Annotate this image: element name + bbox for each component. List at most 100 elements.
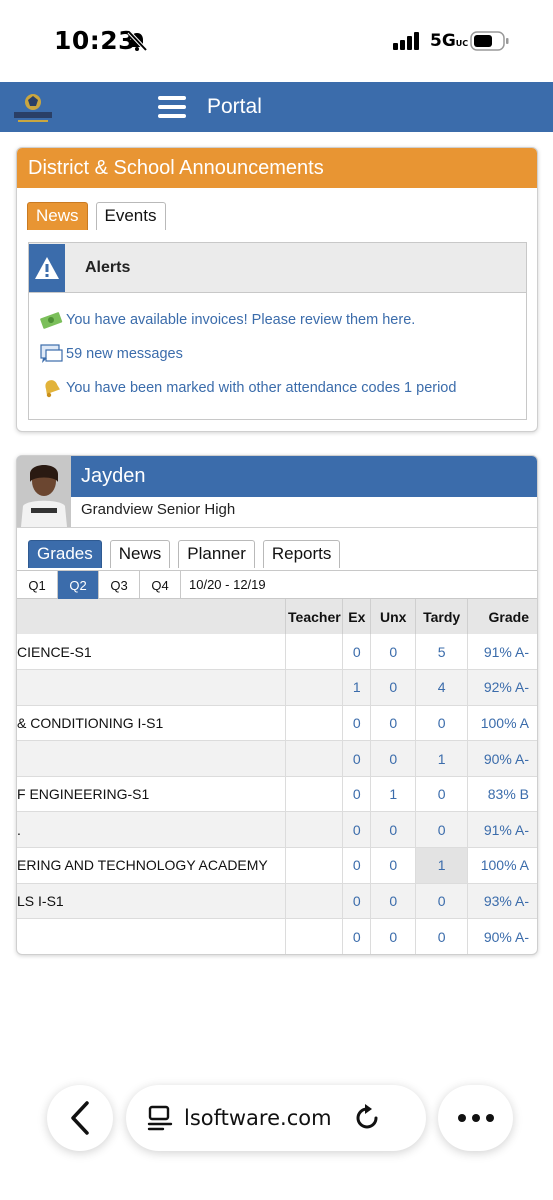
- unx-cell[interactable]: 0: [370, 883, 417, 920]
- tardy-cell[interactable]: 5: [415, 634, 469, 671]
- quarter-q2[interactable]: Q2: [58, 571, 99, 599]
- network-label: 5G: [430, 31, 456, 51]
- teacher-cell[interactable]: [285, 634, 344, 671]
- col-ex[interactable]: Ex: [342, 599, 372, 634]
- col-grade[interactable]: Grade: [467, 599, 537, 634]
- bell-muted-icon: [127, 30, 148, 52]
- unx-cell[interactable]: 1: [370, 776, 417, 813]
- table-row[interactable]: ERING AND TECHNOLOGY ACADEMY 0 0 1 100% A: [17, 847, 537, 884]
- ex-cell[interactable]: 0: [342, 776, 372, 813]
- table-row[interactable]: . 0 0 0 91% A-: [17, 811, 537, 849]
- table-row[interactable]: LS I-S1 0 0 0 93% A-: [17, 883, 537, 920]
- ex-cell[interactable]: 0: [342, 883, 372, 920]
- table-header-row: Teacher Ex Unx Tardy Grade: [17, 599, 537, 634]
- grade-cell[interactable]: 100% A: [467, 705, 537, 742]
- announcements-card: District & School Announcements News Eve…: [16, 147, 538, 432]
- grade-cell[interactable]: 90% A-: [467, 918, 537, 954]
- teacher-cell[interactable]: [285, 740, 344, 777]
- student-school: Grandview Senior High: [81, 501, 236, 518]
- ex-cell[interactable]: 0: [342, 705, 372, 742]
- tab-news[interactable]: News: [27, 202, 88, 230]
- tardy-cell[interactable]: 1: [415, 740, 469, 777]
- teacher-cell[interactable]: [285, 776, 344, 813]
- tab-grades[interactable]: Grades: [28, 540, 102, 568]
- alert-text: 59 new messages: [66, 346, 183, 362]
- quarter-q4[interactable]: Q4: [140, 571, 181, 599]
- ex-cell[interactable]: 0: [342, 740, 372, 777]
- reader-icon: [147, 1105, 173, 1131]
- table-row[interactable]: F ENGINEERING-S1 0 1 0 83% B: [17, 776, 537, 813]
- grade-cell[interactable]: 92% A-: [467, 669, 537, 706]
- grade-cell[interactable]: 91% A-: [467, 634, 537, 671]
- ex-cell[interactable]: 0: [342, 811, 372, 849]
- course-cell: CIENCE-S1: [17, 634, 287, 671]
- address-bar[interactable]: lsoftware.com: [126, 1085, 426, 1151]
- back-button[interactable]: [47, 1085, 113, 1151]
- teacher-cell[interactable]: [285, 883, 344, 920]
- unx-cell[interactable]: 0: [370, 740, 417, 777]
- bell-icon: [45, 380, 60, 398]
- teacher-cell[interactable]: [285, 811, 344, 849]
- tardy-cell[interactable]: 0: [415, 776, 469, 813]
- ex-cell[interactable]: 0: [342, 634, 372, 671]
- course-cell: [17, 918, 287, 954]
- teacher-cell[interactable]: [285, 669, 344, 706]
- table-row[interactable]: 0 0 0 90% A-: [17, 918, 537, 954]
- ex-cell[interactable]: 1: [342, 669, 372, 706]
- battery-icon: [470, 31, 509, 51]
- warning-icon: [29, 243, 65, 292]
- quarter-q1[interactable]: Q1: [17, 571, 58, 599]
- teacher-cell[interactable]: [285, 705, 344, 742]
- hamburger-menu-button[interactable]: [158, 96, 186, 120]
- tardy-cell[interactable]: 0: [415, 811, 469, 849]
- grade-cell[interactable]: 91% A-: [467, 811, 537, 849]
- unx-cell[interactable]: 0: [370, 669, 417, 706]
- reload-icon[interactable]: [352, 1103, 382, 1133]
- menu-line: [158, 96, 186, 100]
- grade-cell[interactable]: 90% A-: [467, 740, 537, 777]
- student-card: Jayden Grandview Senior High Grades News…: [16, 455, 538, 955]
- tardy-cell[interactable]: 4: [415, 669, 469, 706]
- tab-events[interactable]: Events: [95, 202, 166, 230]
- chevron-left-icon: [71, 1101, 89, 1135]
- table-row[interactable]: 0 0 1 90% A-: [17, 740, 537, 777]
- tardy-cell[interactable]: 0: [415, 883, 469, 920]
- page-title: Portal: [207, 95, 262, 118]
- tab-planner[interactable]: Planner: [178, 540, 255, 568]
- tardy-cell[interactable]: 0: [415, 705, 469, 742]
- teacher-cell[interactable]: [285, 918, 344, 954]
- unx-cell[interactable]: 0: [370, 634, 417, 671]
- table-row[interactable]: & CONDITIONING I-S1 0 0 0 100% A: [17, 705, 537, 742]
- tab-reports[interactable]: Reports: [262, 540, 341, 568]
- col-unx[interactable]: Unx: [370, 599, 417, 634]
- alert-attendance-link[interactable]: You have been marked with other attendan…: [40, 377, 456, 399]
- col-teacher[interactable]: Teacher: [285, 599, 344, 634]
- course-cell: [17, 740, 287, 777]
- tab-news[interactable]: News: [109, 540, 171, 568]
- menu-line: [158, 105, 186, 109]
- tardy-cell[interactable]: 0: [415, 918, 469, 954]
- teacher-cell[interactable]: [285, 847, 344, 884]
- course-cell: ERING AND TECHNOLOGY ACADEMY: [17, 847, 287, 884]
- unx-cell[interactable]: 0: [370, 847, 417, 884]
- app-header: Portal: [0, 82, 553, 132]
- tardy-cell[interactable]: 1: [415, 847, 469, 884]
- grade-cell[interactable]: 83% B: [467, 776, 537, 813]
- date-range: 10/20 - 12/19: [189, 577, 266, 592]
- ex-cell[interactable]: 0: [342, 918, 372, 954]
- grade-cell[interactable]: 93% A-: [467, 883, 537, 920]
- table-row[interactable]: 1 0 4 92% A-: [17, 669, 537, 706]
- ex-cell[interactable]: 0: [342, 847, 372, 884]
- alert-messages-link[interactable]: 59 new messages: [40, 343, 183, 365]
- course-cell: .: [17, 811, 287, 849]
- quarter-q3[interactable]: Q3: [99, 571, 140, 599]
- grade-cell[interactable]: 100% A: [467, 847, 537, 884]
- unx-cell[interactable]: 0: [370, 705, 417, 742]
- student-name: Jayden: [81, 465, 146, 487]
- col-tardy[interactable]: Tardy: [415, 599, 469, 634]
- unx-cell[interactable]: 0: [370, 918, 417, 954]
- unx-cell[interactable]: 0: [370, 811, 417, 849]
- alert-invoices-link[interactable]: You have available invoices! Please revi…: [40, 309, 415, 331]
- table-row[interactable]: CIENCE-S1 0 0 5 91% A-: [17, 634, 537, 671]
- more-options-button[interactable]: [438, 1085, 513, 1151]
